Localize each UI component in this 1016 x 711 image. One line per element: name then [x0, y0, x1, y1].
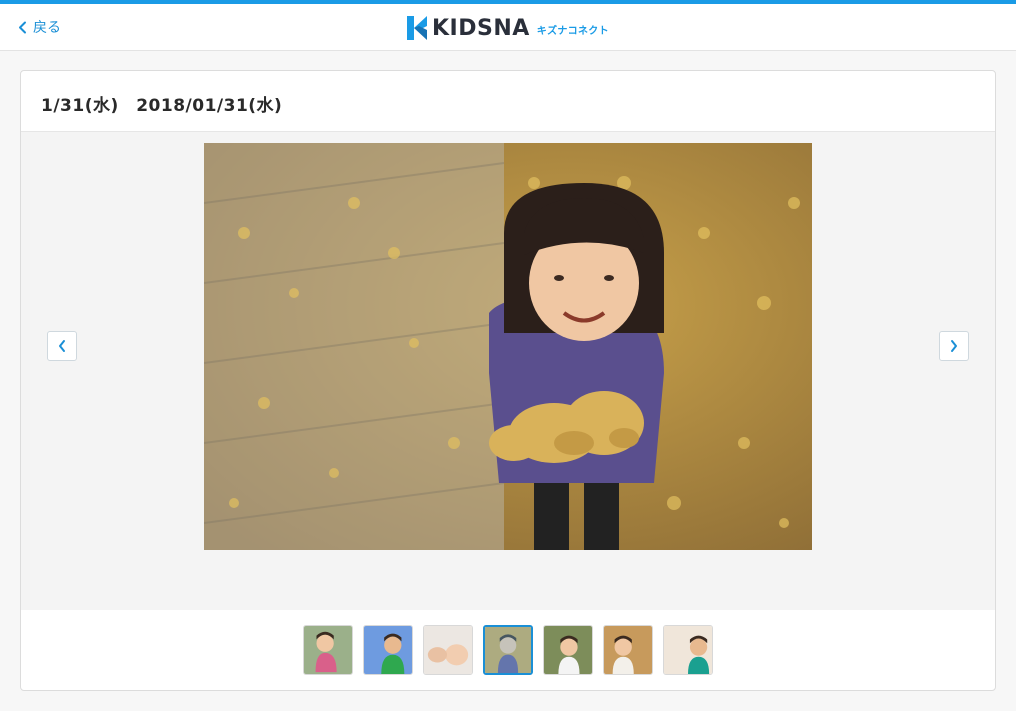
chevron-left-icon: [19, 21, 26, 33]
thumbnail-7[interactable]: [663, 625, 713, 675]
kidsna-logo: KIDSNA キズナコネクト: [407, 14, 609, 42]
thumbnail-4-selected[interactable]: [483, 625, 533, 675]
child-with-leaves-photo: [204, 143, 812, 550]
thumbnail-6[interactable]: [603, 625, 653, 675]
photo-card: 1/31(水) 2018/01/31(水): [20, 70, 996, 691]
main-photo: [204, 143, 812, 550]
thumbnail-5[interactable]: [543, 625, 593, 675]
thumbnail-1[interactable]: [303, 625, 353, 675]
logo-mark-icon: [407, 16, 427, 40]
back-label: 戻る: [33, 20, 61, 36]
page-title: 1/31(水) 2018/01/31(水): [41, 96, 283, 116]
thumbnail-strip: [303, 625, 713, 676]
chevron-left-icon: [59, 340, 65, 352]
logo-text: KIDSNA: [432, 15, 530, 41]
back-button[interactable]: 戻る: [18, 16, 61, 38]
logo-subtext: キズナコネクト: [536, 26, 609, 37]
photo-viewer: [21, 131, 995, 610]
app-header: 戻る KIDSNA キズナコネクト: [0, 4, 1016, 51]
chevron-right-icon: [951, 340, 957, 352]
thumbnail-3[interactable]: [423, 625, 473, 675]
previous-photo-button[interactable]: [47, 331, 77, 361]
thumbnail-2[interactable]: [363, 625, 413, 675]
next-photo-button[interactable]: [939, 331, 969, 361]
